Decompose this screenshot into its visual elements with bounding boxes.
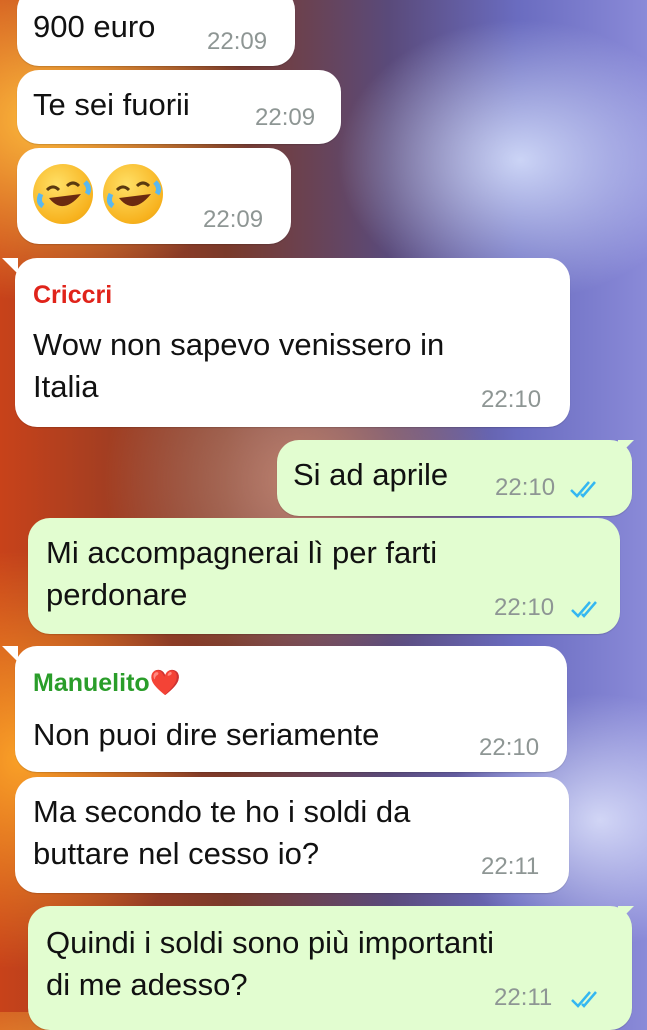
rolling-laughing-emoji-icon xyxy=(33,164,93,224)
message-time: 22:10 xyxy=(494,594,555,621)
message-text: Non puoi dire seriamente xyxy=(33,717,380,752)
sender-name: Manuelito❤️ xyxy=(33,668,181,698)
message-text: Ma secondo te ho i soldi da xyxy=(33,794,411,829)
message-text: Wow non sapevo venissero in xyxy=(33,327,445,362)
message-bubble[interactable]: 22:09 xyxy=(17,148,291,244)
message-text: Te sei fuorii xyxy=(33,87,190,122)
message-bubble[interactable]: 900 euro 22:09 xyxy=(17,0,295,66)
message-time: 22:09 xyxy=(207,28,268,55)
message-text: Quindi i soldi sono più importanti xyxy=(46,925,495,960)
message-bubble[interactable]: Si ad aprile 22:10 xyxy=(277,440,632,516)
message-time: 22:10 xyxy=(495,474,556,501)
heart-icon: ❤️ xyxy=(149,669,181,697)
message-bubble[interactable]: Manuelito❤️ Non puoi dire seriamente 22:… xyxy=(15,646,567,772)
read-receipt-icon xyxy=(571,601,597,618)
message-text: perdonare xyxy=(46,577,188,612)
message-bubble[interactable]: Criccri Wow non sapevo venissero in Ital… xyxy=(15,258,570,427)
message-time: 22:09 xyxy=(203,206,264,233)
read-receipt-icon xyxy=(570,481,596,498)
message-bubble[interactable]: Te sei fuorii 22:09 xyxy=(17,70,341,144)
message-text: di me adesso? xyxy=(46,967,248,1002)
message-time: 22:11 xyxy=(494,984,553,1011)
message-text: 900 euro xyxy=(33,9,156,44)
rolling-laughing-emoji-icon xyxy=(103,164,163,224)
message-time: 22:11 xyxy=(481,853,540,880)
message-text: Italia xyxy=(33,369,99,404)
message-bubble[interactable]: Quindi i soldi sono più importanti di me… xyxy=(28,906,632,1030)
message-text: Mi accompagnerai lì per farti xyxy=(46,535,438,570)
message-time: 22:10 xyxy=(481,386,542,413)
message-text: Si ad aprile xyxy=(293,457,449,492)
message-bubble[interactable]: Mi accompagnerai lì per farti perdonare … xyxy=(28,518,620,634)
message-bubble[interactable]: Ma secondo te ho i soldi da buttare nel … xyxy=(15,777,569,893)
message-text: buttare nel cesso io? xyxy=(33,836,320,871)
sender-name-text: Manuelito xyxy=(33,669,150,697)
message-time: 22:10 xyxy=(479,734,540,761)
sender-name: Criccri xyxy=(33,281,113,309)
message-time: 22:09 xyxy=(255,104,316,131)
read-receipt-icon xyxy=(571,991,597,1008)
